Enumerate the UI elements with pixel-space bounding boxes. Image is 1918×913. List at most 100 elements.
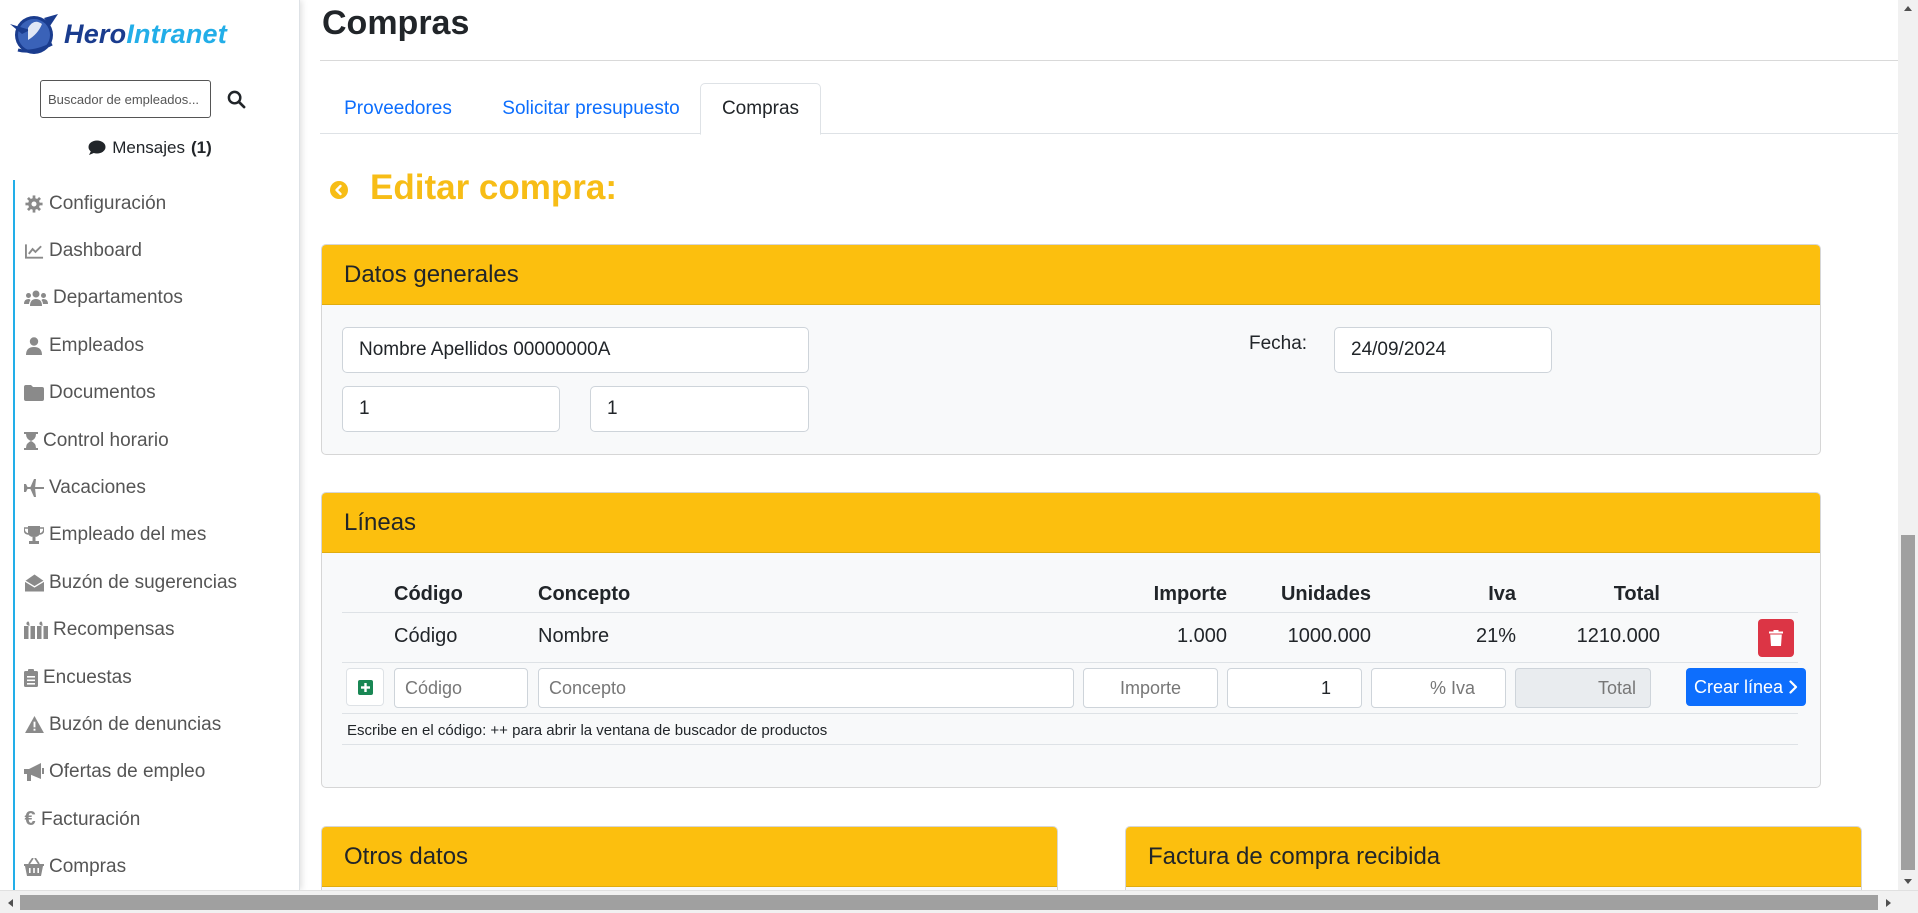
sidebar-item-label: Vacaciones <box>49 477 146 499</box>
create-line-button[interactable]: Crear línea <box>1686 668 1806 706</box>
sidebar-item-label: Control horario <box>43 429 169 451</box>
horizontal-scroll-thumb[interactable] <box>20 895 1878 910</box>
bullhorn-icon <box>24 763 44 782</box>
logo[interactable]: HeroIntranet <box>8 10 227 58</box>
sidebar-item-empleados[interactable]: Empleados <box>13 322 295 370</box>
new-line-concept-input[interactable] <box>538 668 1074 708</box>
edit-purchase-title: Editar compra: <box>370 168 617 207</box>
sidebar: HeroIntranet Mensajes (1) Confi <box>0 0 300 890</box>
sidebar-item-vacaciones[interactable]: Vacaciones <box>13 464 295 512</box>
other-data-card: Otros datos <box>321 826 1058 890</box>
vertical-scrollbar[interactable] <box>1898 0 1918 890</box>
scroll-right-arrow[interactable] <box>1878 891 1898 913</box>
sidebar-item-label: Facturación <box>41 808 141 830</box>
sidebar-item-configuracion[interactable]: Configuración <box>13 180 295 228</box>
gear-icon <box>25 195 43 213</box>
column-header-vat: Iva <box>1488 583 1516 605</box>
card-header-lines: Líneas <box>322 493 1820 553</box>
title-divider <box>320 60 1898 61</box>
search-icon <box>227 90 245 108</box>
messages-link[interactable]: Mensajes (1) <box>0 138 299 158</box>
table-row: Código Nombre 1.000 1000.000 21% 1210.00… <box>342 613 1798 663</box>
sidebar-item-empleado-del-mes[interactable]: Empleado del mes <box>13 511 295 560</box>
add-product-button[interactable] <box>346 668 384 706</box>
back-arrow-icon[interactable] <box>330 181 348 199</box>
sidebar-nav: Configuración Dashboard Departamentos Em… <box>13 180 295 890</box>
new-line-amount-input[interactable] <box>1083 668 1218 708</box>
scroll-up-arrow[interactable] <box>1898 0 1918 17</box>
sidebar-item-encuestas[interactable]: Encuestas <box>13 653 295 702</box>
sidebar-item-label: Empleados <box>49 334 145 356</box>
messages-label: Mensajes <box>112 138 185 157</box>
hourglass-icon <box>24 431 38 450</box>
plane-icon <box>24 479 44 498</box>
cell-concept: Nombre <box>538 625 610 647</box>
sidebar-item-buzon-sugerencias[interactable]: Buzón de sugerencias <box>13 559 295 607</box>
sidebar-item-label: Buzón de denuncias <box>49 713 222 735</box>
sidebar-item-documentos[interactable]: Documentos <box>13 369 295 417</box>
sidebar-item-label: Configuración <box>49 192 167 214</box>
hero-logo-icon <box>10 14 58 54</box>
folder-icon <box>24 385 44 402</box>
sidebar-item-ofertas-empleo[interactable]: Ofertas de empleo <box>13 748 295 797</box>
chevron-right-icon <box>1789 680 1798 694</box>
provider-field[interactable] <box>342 327 809 373</box>
caret-down-icon <box>1904 879 1912 884</box>
logo-text-hero: Hero <box>64 18 127 49</box>
hint-row: Escribe en el código: ++ para abrir la v… <box>342 713 1798 745</box>
caret-right-icon <box>1885 898 1891 907</box>
horizontal-scrollbar[interactable] <box>0 890 1918 913</box>
app-window: HeroIntranet Mensajes (1) Confi <box>0 0 1918 913</box>
column-header-code: Código <box>394 583 463 605</box>
date-field[interactable] <box>1334 327 1552 373</box>
sidebar-item-label: Departamentos <box>53 287 183 309</box>
cell-code: Código <box>394 625 458 647</box>
scroll-down-arrow[interactable] <box>1898 873 1918 890</box>
trophy-icon <box>24 526 44 545</box>
new-line-units-input[interactable] <box>1227 668 1362 708</box>
card-header-received-invoice: Factura de compra recibida <box>1126 827 1861 887</box>
sidebar-item-facturacion[interactable]: € Facturación <box>13 796 295 844</box>
cell-amount: 1.000 <box>1176 625 1227 647</box>
number-field-a[interactable] <box>342 386 560 432</box>
logo-text-intranet: Intranet <box>126 18 227 49</box>
chart-line-icon <box>24 244 43 259</box>
employee-search <box>40 80 253 118</box>
column-header-units: Unidades <box>1280 583 1371 605</box>
new-line-vat-input[interactable] <box>1371 668 1506 708</box>
sidebar-item-dashboard[interactable]: Dashboard <box>13 227 295 275</box>
new-line-code-input[interactable] <box>394 668 528 708</box>
card-header-other-data: Otros datos <box>322 827 1057 887</box>
employee-search-input[interactable] <box>40 80 211 118</box>
sidebar-item-departamentos[interactable]: Departamentos <box>13 274 295 323</box>
sidebar-item-control-horario[interactable]: Control horario <box>13 416 295 465</box>
received-invoice-card: Factura de compra recibida <box>1125 826 1862 890</box>
cell-total: 1210.000 <box>1576 625 1660 647</box>
cell-vat: 21% <box>1475 625 1516 647</box>
sidebar-item-label: Compras <box>49 856 127 878</box>
comment-icon <box>88 140 106 155</box>
tab-proveedores[interactable]: Proveedores <box>320 83 476 134</box>
vertical-scroll-thumb[interactable] <box>1901 535 1915 870</box>
column-header-amount: Importe <box>1153 583 1227 605</box>
create-line-label: Crear línea <box>1693 676 1784 697</box>
search-button[interactable] <box>219 82 253 116</box>
sidebar-item-recompensas[interactable]: Recompensas <box>13 606 295 654</box>
logo-text: HeroIntranet <box>64 19 227 50</box>
tab-solicitar-presupuesto[interactable]: Solicitar presupuesto <box>478 83 704 134</box>
gift-icon <box>24 621 48 640</box>
sidebar-item-label: Dashboard <box>49 240 142 262</box>
number-field-b[interactable] <box>590 386 809 432</box>
caret-left-icon <box>7 898 13 907</box>
delete-line-button[interactable] <box>1758 619 1794 657</box>
clipboard-list-icon <box>24 668 38 687</box>
tab-compras[interactable]: Compras <box>700 83 821 135</box>
new-line-total-input <box>1515 668 1651 708</box>
scroll-left-arrow[interactable] <box>0 891 20 913</box>
envelope-open-icon <box>24 574 44 592</box>
sidebar-item-buzon-denuncias[interactable]: Buzón de denuncias <box>13 701 295 749</box>
card-header-general: Datos generales <box>322 245 1820 305</box>
column-header-total: Total <box>1613 583 1660 605</box>
sidebar-item-compras[interactable]: Compras <box>13 843 295 890</box>
sidebar-item-label: Buzón de sugerencias <box>49 571 238 593</box>
